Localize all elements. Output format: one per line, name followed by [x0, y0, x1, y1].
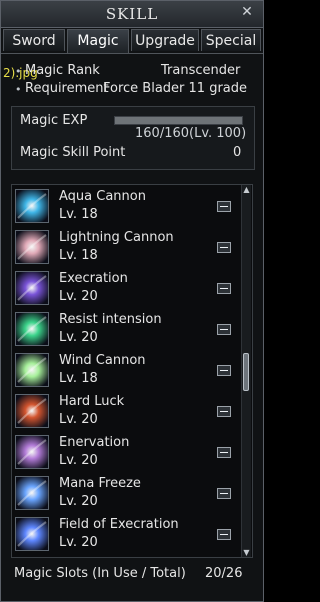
magic-slots-value: 20/26	[205, 566, 243, 581]
skill-row[interactable]: Resist intension Lv. 20	[12, 310, 238, 350]
requirement-label: Requirement	[25, 81, 109, 96]
skill-level: Lv. 20	[59, 494, 98, 509]
skill-list: Aqua Cannon Lv. 18 Lightning Cannon Lv. 18 E…	[11, 184, 253, 558]
skill-level: Lv. 18	[59, 207, 98, 222]
field-of-execration-icon[interactable]	[15, 517, 49, 551]
magic-rank-value: Transcender	[161, 63, 241, 78]
skill-name: Hard Luck	[59, 394, 125, 409]
enervation-icon[interactable]	[15, 435, 49, 469]
scroll-down-icon[interactable]: ▼	[242, 548, 251, 557]
exp-value: 160/160(Lv. 100)	[135, 126, 247, 141]
skill-level: Lv. 20	[59, 330, 98, 345]
bullet-icon: •	[15, 65, 22, 78]
remove-skill-button[interactable]	[217, 529, 231, 540]
skill-row[interactable]: Hard Luck Lv. 20	[12, 392, 238, 432]
skill-row[interactable]: Lightning Cannon Lv. 18	[12, 228, 238, 268]
skill-level: Lv. 20	[59, 535, 98, 550]
remove-skill-button[interactable]	[217, 488, 231, 499]
lightning-cannon-icon[interactable]	[15, 230, 49, 264]
wind-cannon-icon[interactable]	[15, 353, 49, 387]
tab-special[interactable]: Special	[201, 29, 261, 51]
remove-skill-button[interactable]	[217, 283, 231, 294]
skill-name: Resist intension	[59, 312, 162, 327]
skill-row[interactable]: Enervation Lv. 20	[12, 433, 238, 473]
magic-rank-label: Magic Rank	[25, 63, 100, 78]
magic-slots-label: Magic Slots (In Use / Total)	[14, 566, 186, 581]
hard-luck-icon[interactable]	[15, 394, 49, 428]
remove-skill-button[interactable]	[217, 201, 231, 212]
skill-name: Wind Cannon	[59, 353, 146, 368]
skill-row[interactable]: Aqua Cannon Lv. 18	[12, 187, 238, 227]
skill-level: Lv. 20	[59, 412, 98, 427]
skill-name: Execration	[59, 271, 128, 286]
requirement-value: Force Blader 11 grade	[103, 81, 248, 96]
skill-window: SKILL ✕ Sword Magic Upgrade Special 2).j…	[0, 0, 264, 602]
tab-sword[interactable]: Sword	[3, 29, 65, 51]
window-title: SKILL	[105, 5, 159, 23]
skill-row[interactable]: Wind Cannon Lv. 18	[12, 351, 238, 391]
scroll-thumb[interactable]	[243, 353, 249, 391]
mana-freeze-icon[interactable]	[15, 476, 49, 510]
scrollbar[interactable]: ▲ ▼	[241, 185, 251, 557]
bullet-icon: •	[15, 83, 22, 96]
tab-bar: Sword Magic Upgrade Special	[3, 29, 261, 53]
skill-name: Mana Freeze	[59, 476, 141, 491]
exp-bar	[114, 116, 243, 125]
skill-name: Enervation	[59, 435, 130, 450]
skill-name: Field of Execration	[59, 517, 179, 532]
aqua-cannon-icon[interactable]	[15, 189, 49, 223]
skill-name: Aqua Cannon	[59, 189, 146, 204]
tab-magic[interactable]: Magic	[67, 29, 129, 53]
skill-level: Lv. 18	[59, 248, 98, 263]
skill-point-value: 0	[233, 145, 242, 160]
close-icon[interactable]: ✕	[239, 4, 255, 20]
skill-row[interactable]: Execration Lv. 20	[12, 269, 238, 309]
remove-skill-button[interactable]	[217, 242, 231, 253]
skill-level: Lv. 20	[59, 453, 98, 468]
skill-name: Lightning Cannon	[59, 230, 174, 245]
remove-skill-button[interactable]	[217, 406, 231, 417]
exp-bar-fill	[115, 117, 242, 124]
remove-skill-button[interactable]	[217, 365, 231, 376]
skill-row[interactable]: Mana Freeze Lv. 20	[12, 474, 238, 514]
remove-skill-button[interactable]	[217, 447, 231, 458]
scroll-up-icon[interactable]: ▲	[242, 185, 251, 194]
skill-point-label: Magic Skill Point	[20, 145, 126, 160]
remove-skill-button[interactable]	[217, 324, 231, 335]
tab-divider	[1, 53, 263, 54]
skill-level: Lv. 20	[59, 289, 98, 304]
title-bar[interactable]: SKILL ✕	[1, 1, 263, 28]
skill-row[interactable]: Field of Execration Lv. 20	[12, 515, 238, 555]
skill-level: Lv. 18	[59, 371, 98, 386]
magic-exp-label: Magic EXP	[20, 113, 88, 128]
execration-icon[interactable]	[15, 271, 49, 305]
tab-upgrade[interactable]: Upgrade	[131, 29, 199, 51]
resist-intension-icon[interactable]	[15, 312, 49, 346]
